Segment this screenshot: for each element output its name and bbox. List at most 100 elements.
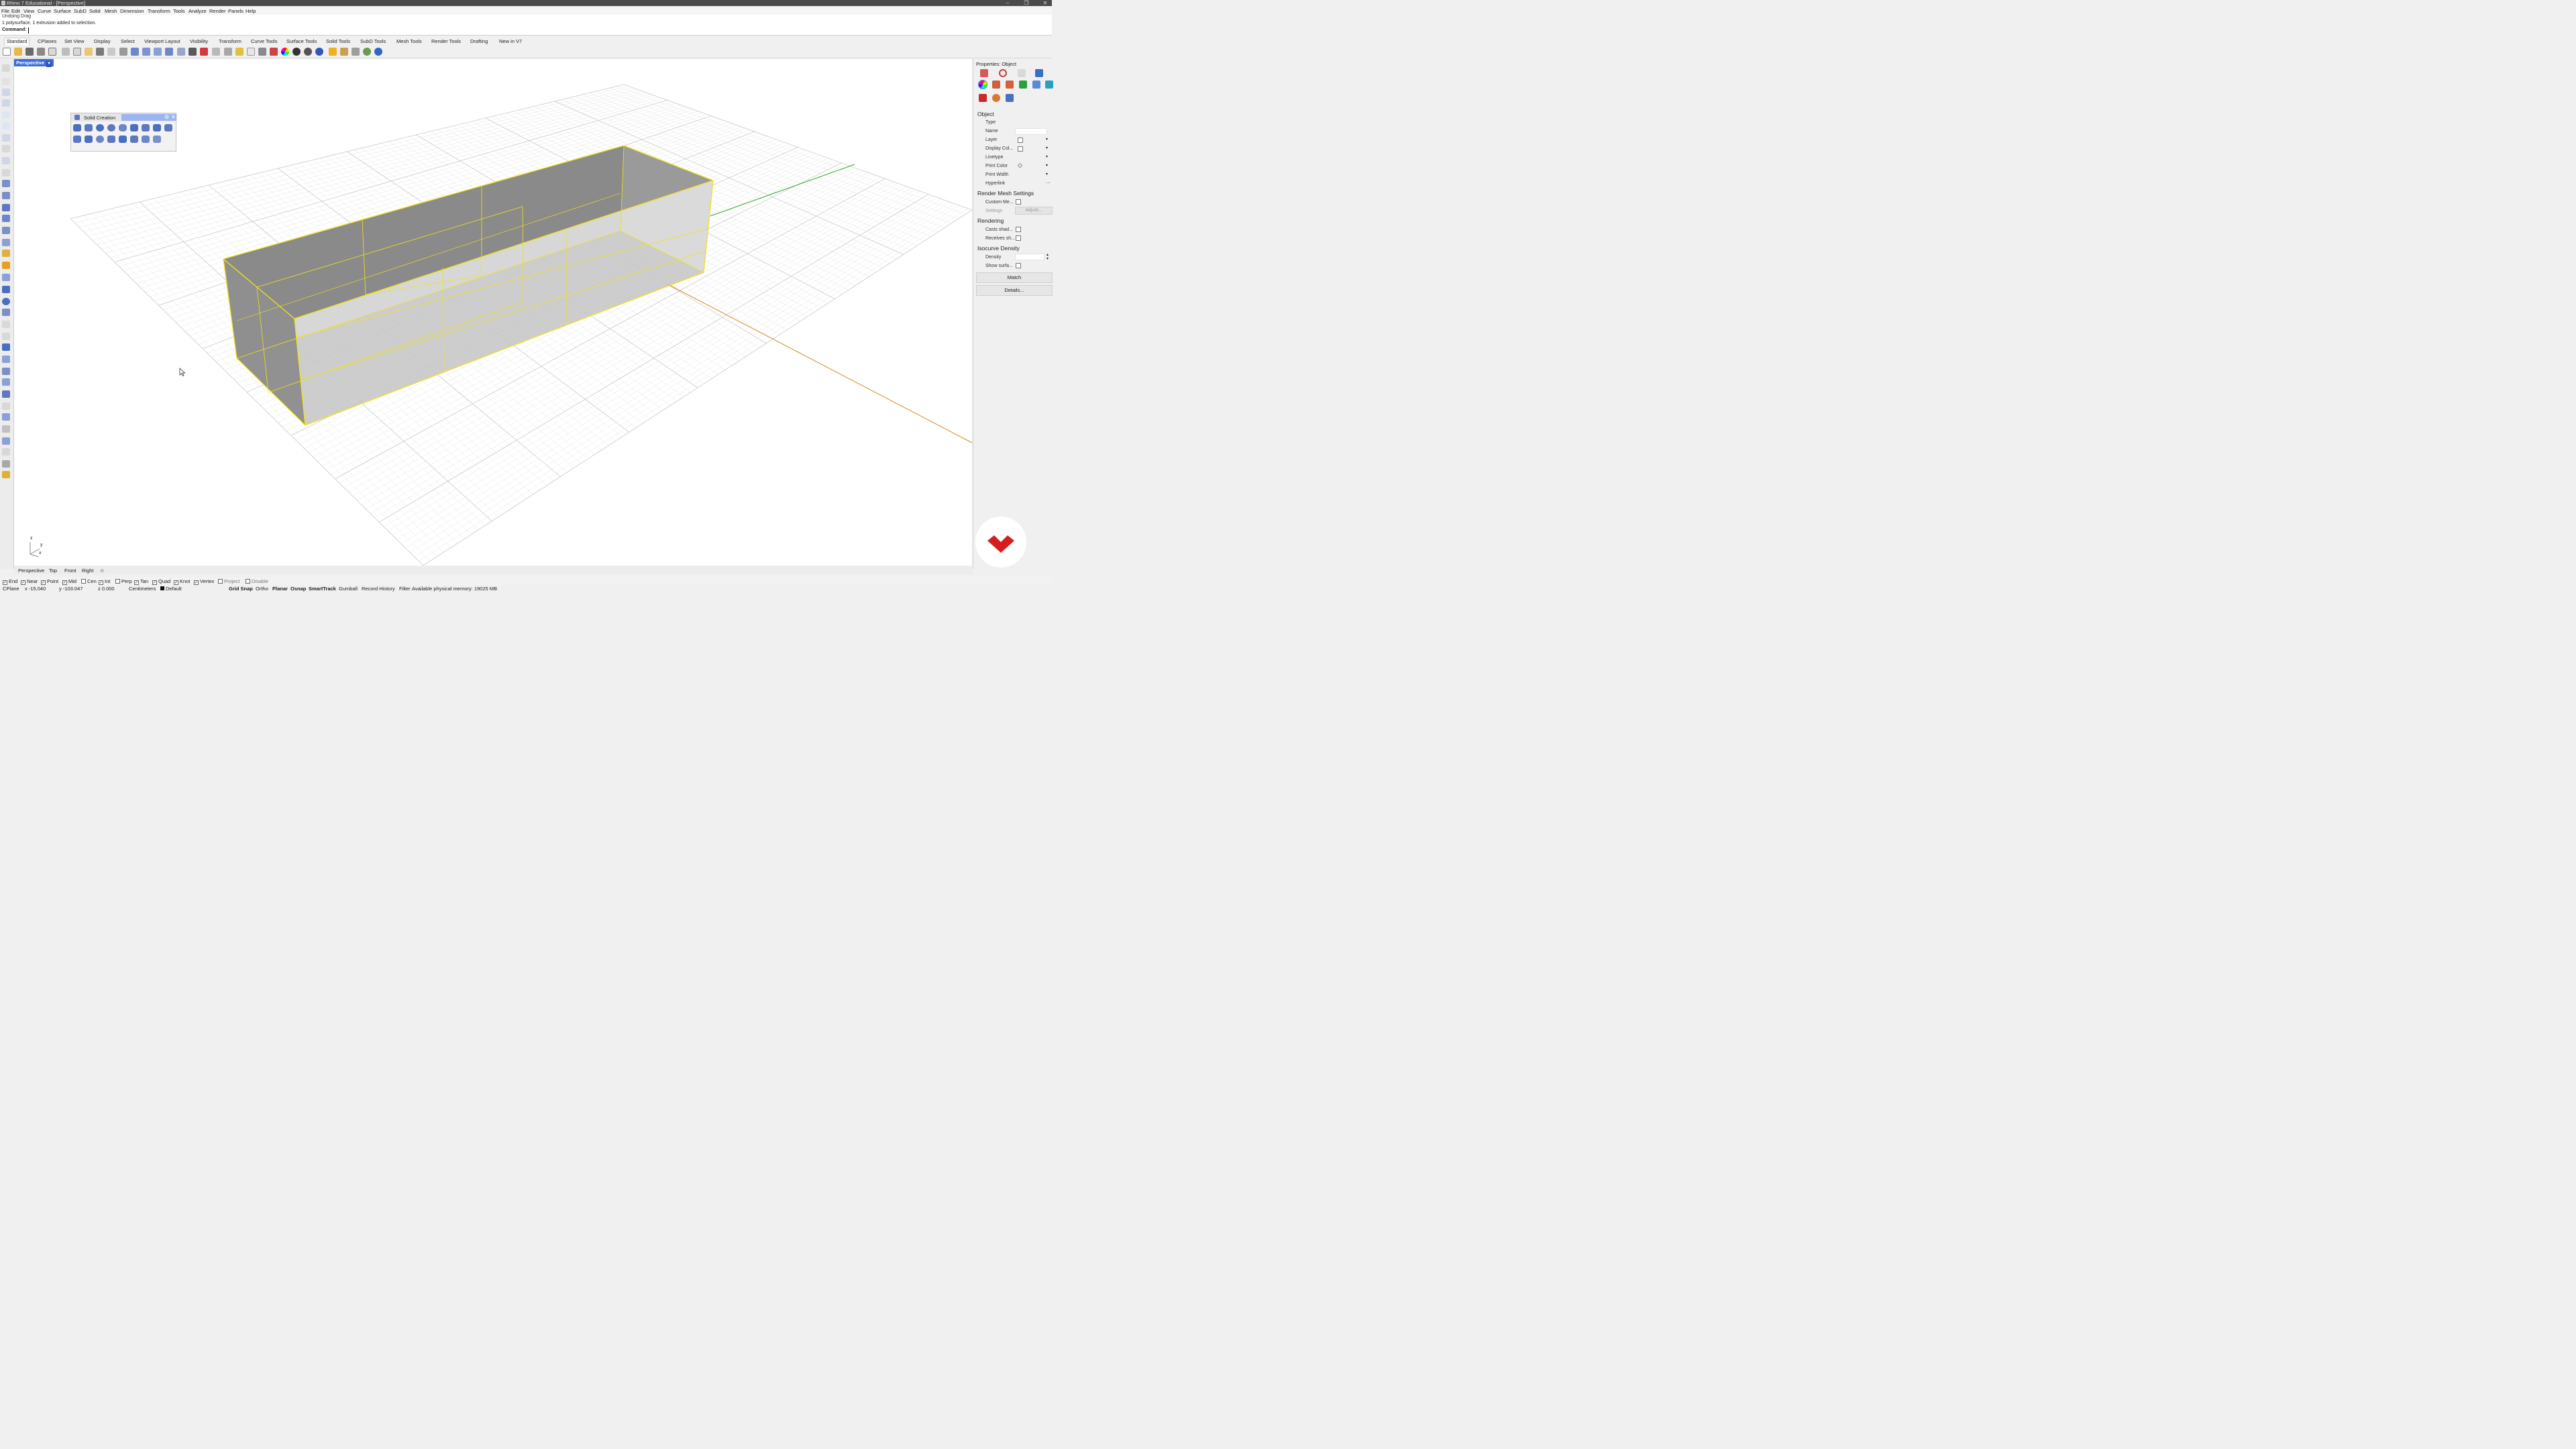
ellipsis-icon[interactable]: …	[1046, 180, 1051, 184]
tab-render-tools[interactable]: Render Tools	[431, 38, 461, 44]
osnap-checkbox[interactable]: ✓	[21, 580, 25, 585]
tab-set-view[interactable]: Set View	[64, 38, 84, 44]
ellipse-icon[interactable]	[2, 122, 10, 129]
menu-mesh[interactable]: Mesh	[105, 8, 117, 14]
sphere-icon[interactable]	[2, 298, 10, 305]
filter-toggle[interactable]: Filter	[399, 586, 411, 592]
zoom-extents-icon[interactable]	[154, 48, 162, 56]
text-object-icon[interactable]	[142, 136, 150, 143]
show-objects-icon[interactable]	[235, 48, 244, 56]
save-icon[interactable]	[25, 48, 34, 56]
density-input[interactable]	[1015, 254, 1044, 260]
options-gear-icon[interactable]	[340, 48, 348, 56]
layer-icon[interactable]	[270, 48, 278, 56]
chevron-down-icon[interactable]: ▾	[1046, 163, 1048, 168]
menu-subd[interactable]: SubD	[74, 8, 87, 14]
tab-cplanes[interactable]: CPlanes	[38, 38, 56, 44]
boolean-icon[interactable]	[2, 215, 10, 222]
select-arrow-icon[interactable]	[2, 64, 10, 72]
cone-icon[interactable]	[142, 124, 150, 131]
notes-tab-icon[interactable]	[979, 94, 987, 102]
lock-icon[interactable]	[258, 48, 266, 56]
surface-icon[interactable]	[2, 180, 10, 187]
new-file-icon[interactable]	[3, 48, 11, 56]
palette-header[interactable]: Solid Creation ⚙ ✕	[71, 113, 177, 121]
tab-subd-tools[interactable]: SubD Tools	[360, 38, 386, 44]
osnap-knot[interactable]: ✓ Knot	[174, 578, 190, 585]
menu-analyze[interactable]: Analyze	[189, 8, 207, 14]
display-tab-icon[interactable]	[992, 80, 1000, 89]
print-color-diamond-icon[interactable]: ◇	[1018, 162, 1022, 169]
ortho-toggle[interactable]: Ortho	[256, 586, 268, 592]
osnap-checkbox[interactable]: ✓	[41, 580, 46, 585]
menu-render[interactable]: Render	[209, 8, 226, 14]
block-icon[interactable]	[2, 390, 10, 398]
tab-surface-tools[interactable]: Surface Tools	[286, 38, 317, 44]
osnap-quad[interactable]: ✓ Quad	[152, 578, 170, 585]
tab-select[interactable]: Select	[121, 38, 135, 44]
solid-creation-palette[interactable]: Solid Creation ⚙ ✕	[70, 113, 177, 152]
points-grid-icon[interactable]	[2, 413, 10, 421]
circle-icon[interactable]	[2, 111, 10, 119]
copy-icon[interactable]	[73, 48, 81, 56]
menu-panels[interactable]: Panels	[228, 8, 244, 14]
line-icon[interactable]	[2, 99, 10, 107]
view-tab-front[interactable]: Front	[64, 568, 76, 574]
osnap-checkbox[interactable]	[218, 579, 223, 584]
record-history-toggle[interactable]: Record History	[362, 586, 395, 592]
sphere-icon[interactable]	[96, 124, 104, 131]
osnap-checkbox[interactable]	[246, 579, 250, 584]
polygon-icon[interactable]	[2, 157, 10, 164]
check-icon[interactable]	[2, 448, 10, 455]
select-icon[interactable]	[212, 48, 220, 56]
fillet-curve-icon[interactable]	[2, 169, 10, 176]
tab-new-in-v7[interactable]: New in V7	[499, 38, 522, 44]
casts-shadows-checkbox[interactable]	[1016, 227, 1021, 232]
add-view-icon[interactable]: ⊕	[100, 568, 104, 574]
osnap-checkbox[interactable]: ✓	[99, 580, 103, 585]
more-solids-icon[interactable]	[153, 136, 161, 143]
osnap-checkbox[interactable]: ✓	[3, 580, 7, 585]
tab-viewport-layout[interactable]: Viewport Layout	[144, 38, 180, 44]
environment-tab-icon[interactable]	[1019, 80, 1027, 89]
viewport-layout-icon[interactable]	[189, 48, 197, 56]
osnap-mid[interactable]: ✓ Mid	[62, 578, 76, 585]
match-button[interactable]: Match	[976, 272, 1053, 283]
solid-box-icon[interactable]	[2, 204, 10, 211]
extrude-icon[interactable]	[2, 192, 10, 199]
tab-standard[interactable]: Standard	[4, 38, 30, 46]
close-button[interactable]: ✕	[1038, 0, 1052, 6]
osnap-vertex[interactable]: ✓ Vertex	[194, 578, 214, 585]
tab-solid-tools[interactable]: Solid Tools	[326, 38, 350, 44]
transform-icon[interactable]	[2, 378, 10, 386]
current-layer[interactable]: Default	[166, 586, 182, 592]
gear-icon[interactable]: ⚙	[164, 114, 169, 120]
arc-icon[interactable]	[2, 134, 10, 142]
light-bulb-icon[interactable]	[247, 48, 255, 56]
sun-tab-icon[interactable]	[1006, 80, 1014, 89]
cplane-icon[interactable]	[200, 48, 208, 56]
export-icon[interactable]	[48, 48, 56, 56]
join-icon[interactable]	[2, 286, 10, 293]
menu-dimension[interactable]: Dimension	[120, 8, 144, 14]
custom-mesh-checkbox[interactable]	[1016, 199, 1021, 205]
osnap-int[interactable]: ✓ Int	[99, 578, 110, 585]
texture-tab-icon[interactable]	[1018, 69, 1026, 77]
receives-shadows-checkbox[interactable]	[1016, 235, 1021, 241]
display-color-swatch[interactable]	[1018, 146, 1023, 152]
pan-hand-icon[interactable]	[107, 48, 115, 56]
adjust-button[interactable]: Adjust...	[1015, 207, 1053, 215]
rectangle-icon[interactable]	[2, 145, 10, 152]
spinner-icon[interactable]: ▴ ▾	[1046, 253, 1049, 261]
view-tab-perspective[interactable]: Perspective	[18, 568, 44, 574]
paste-icon[interactable]	[85, 48, 93, 56]
perspective-viewport[interactable]: Perspective ▼ Solid Creation ⚙ ✕ z y x	[14, 59, 972, 566]
named-views-tab-icon[interactable]	[1006, 94, 1014, 102]
planar-toggle[interactable]: Planar	[272, 586, 288, 592]
chevron-down-icon[interactable]: ▾	[1046, 172, 1048, 176]
menu-tools[interactable]: Tools	[173, 8, 185, 14]
extrude-surface-icon[interactable]	[130, 136, 138, 143]
color-wheel-icon[interactable]	[281, 48, 289, 56]
menu-file[interactable]: File	[1, 8, 9, 14]
highlight-icon[interactable]	[329, 48, 337, 56]
